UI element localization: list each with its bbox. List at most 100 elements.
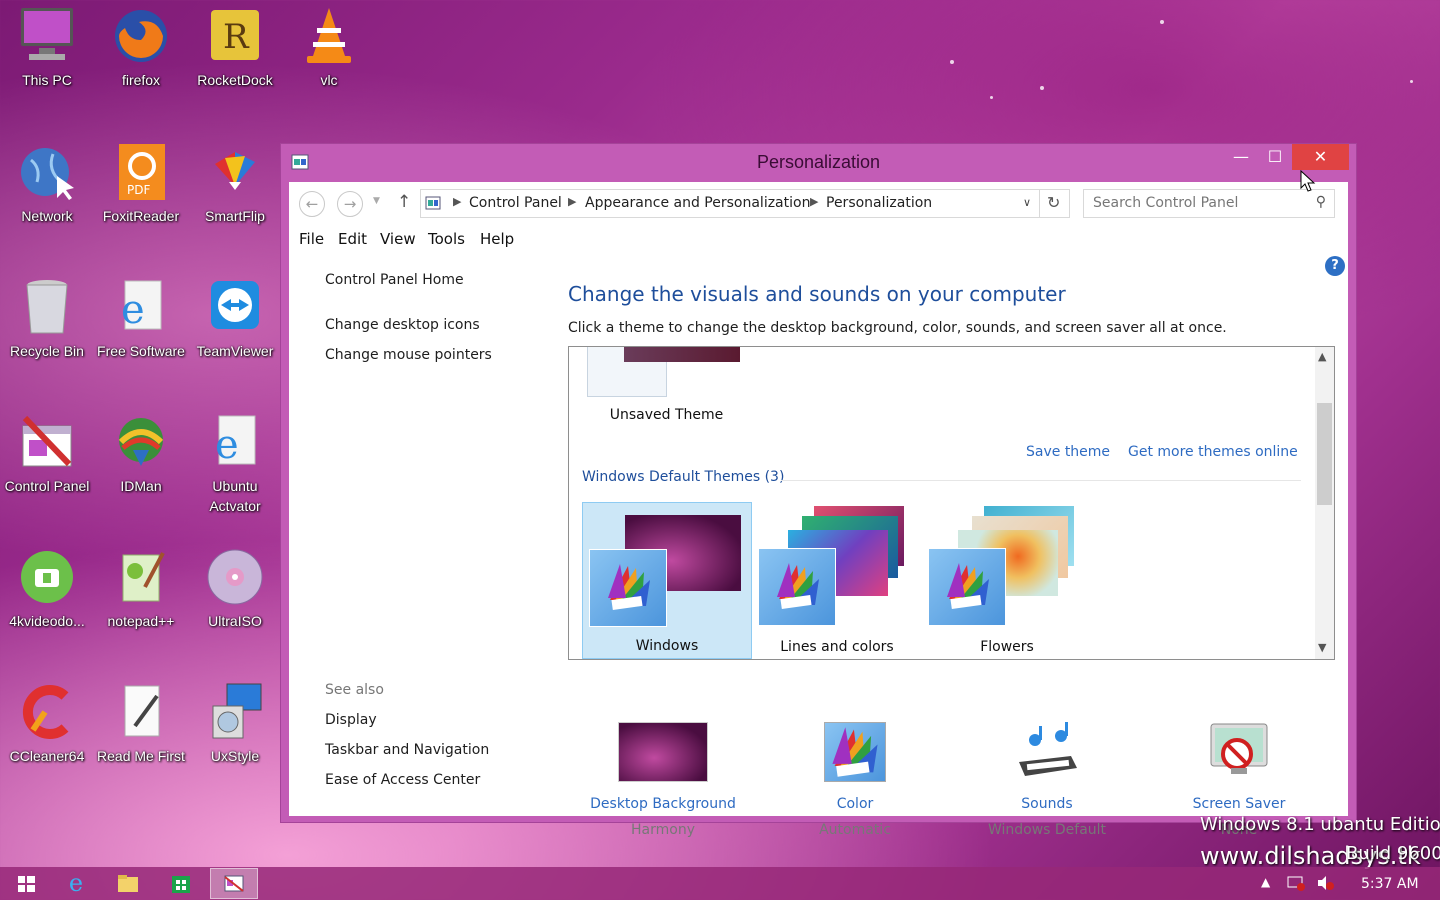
desktop-icon-control-panel[interactable]: Control Panel [0,412,94,496]
volume-muted-icon[interactable] [1316,875,1336,894]
desktop-icon-read-me-first[interactable]: Read Me First [94,682,188,766]
desktop-icon-label: UxStyle [210,748,260,764]
close-button[interactable]: ✕ [1292,144,1349,170]
address-bar[interactable]: ▶ Control Panel ▶ Appearance and Persona… [420,189,1070,218]
breadcrumb-appearance[interactable]: Appearance and Personalization [585,195,810,211]
menu-view[interactable]: View [380,230,416,248]
star-decoration [990,96,993,99]
taskbar-file-explorer[interactable] [104,868,152,899]
desktop-icon-label: 4kvideodo... [9,613,85,629]
firefox-icon [111,6,171,66]
divider [1039,190,1040,217]
control-panel-home-link[interactable]: Control Panel Home [325,272,464,288]
desktop-icon-4kvideodownloader[interactable]: 4kvideodo... [0,547,94,631]
folder-icon [118,875,138,892]
desktop-icon-teamviewer[interactable]: TeamViewer [188,277,282,361]
desktop-icon-firefox[interactable]: firefox [94,6,188,90]
desktop-icon-label: RocketDock [197,72,273,88]
theme-lines-and-colors[interactable]: Lines and colors [752,502,922,659]
recent-pages-dropdown[interactable]: ▼ [373,196,380,206]
build-watermark: Build 9600 [1346,843,1440,864]
vertical-scrollbar[interactable]: ▲ ▼ [1315,347,1334,659]
taskbar-navigation-link[interactable]: Taskbar and Navigation [325,742,489,758]
get-more-themes-link[interactable]: Get more themes online [1128,444,1298,460]
store-icon [172,876,190,893]
svg-text:e: e [121,287,145,333]
scroll-down-icon[interactable]: ▼ [1318,641,1326,654]
help-icon[interactable]: ? [1325,256,1345,276]
breadcrumb-personalization[interactable]: Personalization [826,195,932,211]
desktop-icon-recycle-bin[interactable]: Recycle Bin [0,277,94,361]
desktop-icon-vlc[interactable]: vlc [282,6,376,90]
show-hidden-icons-button[interactable]: ▲ [1261,875,1270,889]
desktop-icon-network[interactable]: Network [0,142,94,226]
minimize-button[interactable]: — [1224,144,1258,170]
desktop-icon-label: UltraISO [208,613,262,629]
save-theme-link[interactable]: Save theme [1026,444,1110,460]
desktop-icon-free-software[interactable]: e Free Software [94,277,188,361]
desktop-icon-ubuntu-actvator[interactable]: e Ubuntu Actvator [188,412,282,516]
color-palette-icon [928,548,1006,626]
start-button[interactable] [2,868,50,899]
taskbar-store[interactable] [156,868,204,899]
page-title: Change the visuals and sounds on your co… [568,282,1066,306]
computer-icon [17,6,77,66]
desktop-icon-smartflip[interactable]: SmartFlip [188,142,282,226]
desktop-icon-rocketdock[interactable]: R RocketDock [188,6,282,90]
desktop-icon-label: This PC [22,72,72,88]
scrollbar-thumb[interactable] [1317,403,1332,505]
title-bar[interactable]: Personalization — ☐ ✕ [281,144,1356,182]
color-palette-icon [758,548,836,626]
desktop-icon-ultraiso[interactable]: UltraISO [188,547,282,631]
change-desktop-icons-link[interactable]: Change desktop icons [325,317,480,333]
maximize-button[interactable]: ☐ [1258,144,1292,170]
network-status-icon[interactable] [1286,875,1306,894]
desktop-icon-notepadpp[interactable]: notepad++ [94,547,188,631]
desktop-icon-idman[interactable]: IDMan [94,412,188,496]
desktop-icon-this-pc[interactable]: This PC [0,6,94,90]
desktop-icon-label: SmartFlip [205,208,265,224]
ie-file-icon: e [205,412,265,472]
refresh-icon[interactable]: ↻ [1047,193,1060,212]
color-palette-icon [589,549,667,627]
desktop-icon-ccleaner[interactable]: CCleaner64 [0,682,94,766]
divider [781,480,1301,481]
search-input[interactable]: Search Control Panel ⚲ [1083,189,1335,218]
screen-saver-icon [1203,722,1275,782]
forward-button[interactable]: → [337,191,363,217]
unsaved-theme-thumbnail[interactable] [587,347,740,397]
desktop-background-link[interactable]: Desktop Background [563,796,763,812]
svg-text:R: R [223,17,250,57]
menu-file[interactable]: File [299,230,324,248]
taskbar-internet-explorer[interactable]: e [52,868,100,899]
change-mouse-pointers-link[interactable]: Change mouse pointers [325,347,492,363]
unsaved-theme-label[interactable]: Unsaved Theme [569,407,764,423]
desktop-icon-uxstyle[interactable]: UxStyle [188,682,282,766]
desktop-icon-label: Free Software [97,343,185,359]
notepadpp-icon [111,547,171,607]
ie-icon: e [68,869,84,897]
theme-windows[interactable]: Windows [582,502,752,659]
menu-tools[interactable]: Tools [428,230,465,248]
window-title: Personalization [756,152,881,172]
menu-help[interactable]: Help [480,230,514,248]
display-link[interactable]: Display [325,712,377,728]
screen-saver-link[interactable]: Screen Saver [1139,796,1339,812]
sounds-link[interactable]: Sounds [947,796,1147,812]
desktop-icon-foxitreader[interactable]: PDF FoxitReader [94,142,188,226]
see-also-heading: See also [325,682,384,698]
taskbar-control-panel[interactable] [210,868,258,899]
color-link[interactable]: Color [755,796,955,812]
scroll-up-icon[interactable]: ▲ [1318,350,1326,363]
menu-edit[interactable]: Edit [338,230,367,248]
breadcrumb-control-panel[interactable]: Control Panel [469,195,562,211]
up-button[interactable]: ↑ [397,192,411,212]
back-button[interactable]: ← [299,191,325,217]
windows-logo-icon [18,876,35,892]
theme-flowers[interactable]: Flowers [922,502,1092,659]
color-palette-icon [824,722,886,782]
ease-of-access-link[interactable]: Ease of Access Center [325,772,480,788]
chevron-down-icon[interactable]: ∨ [1023,196,1031,209]
desktop-icon-label: Recycle Bin [10,343,84,359]
taskbar-clock[interactable]: 5:37 AM [1361,876,1419,892]
